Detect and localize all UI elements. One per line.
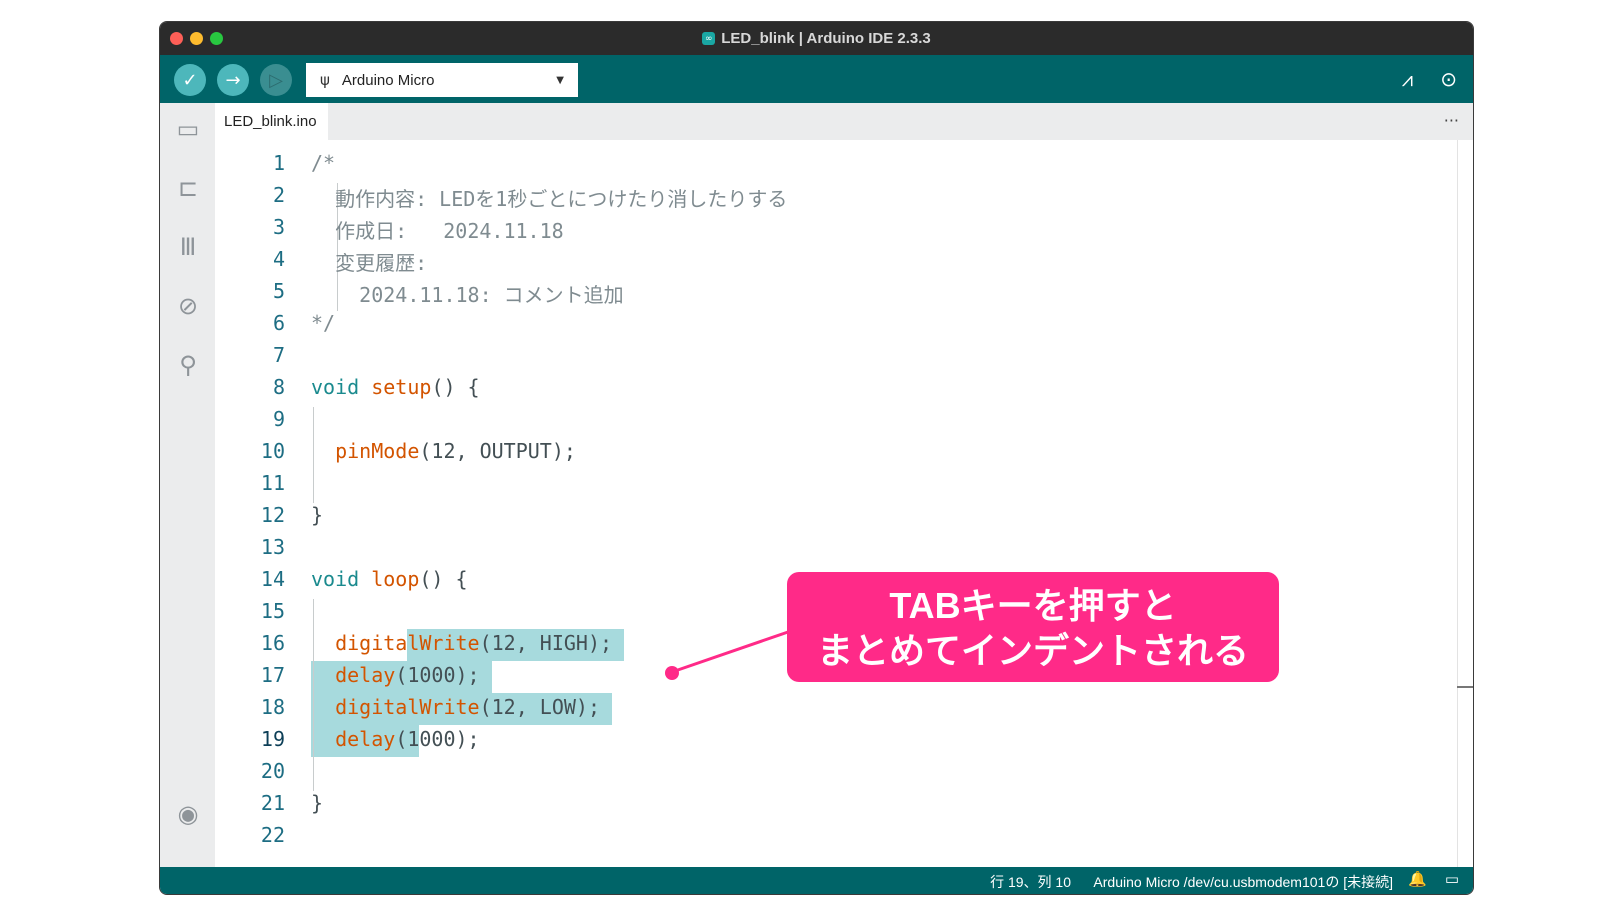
annotation-line-2: まとめてインデントされる — [816, 630, 1249, 671]
annotation-callout: TABキーを押すと まとめてインデントされる — [787, 572, 1279, 682]
callout-pointer — [665, 630, 789, 680]
callout-pointer-dot — [665, 666, 679, 680]
callout-pointer-line — [671, 630, 789, 674]
annotation-line-1: TABキーを押すと — [889, 585, 1177, 626]
